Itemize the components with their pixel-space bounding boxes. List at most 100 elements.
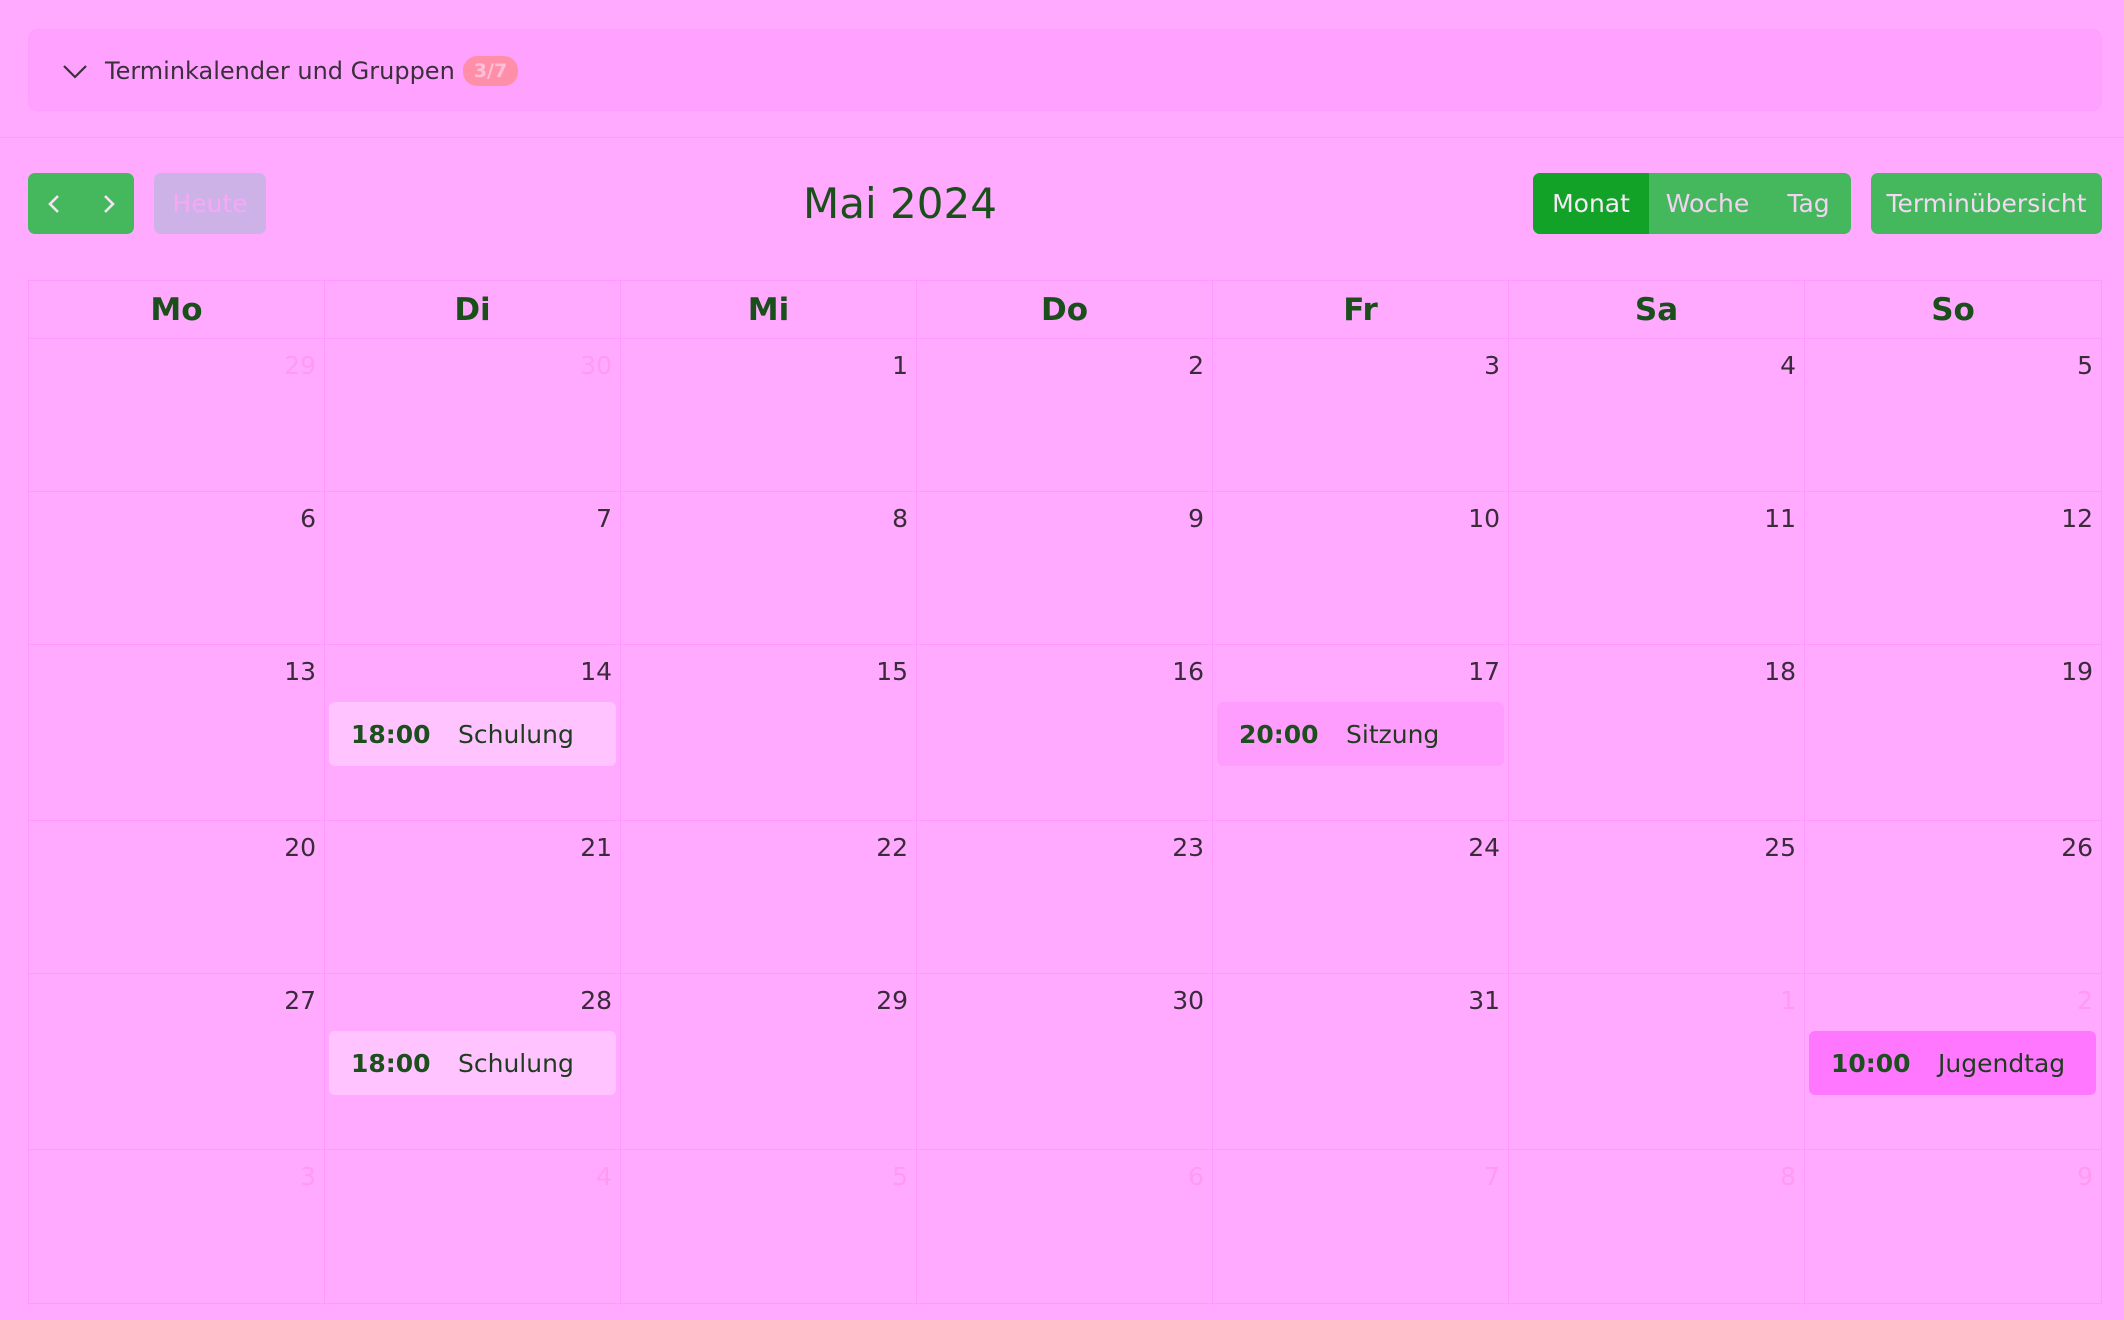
calendar-event[interactable]: 10:00 Jugendtag [1809, 1031, 2096, 1095]
day-number[interactable]: 20 [284, 833, 316, 862]
day-cell[interactable]: 3 [29, 1150, 325, 1303]
day-cell[interactable]: 4 [325, 1150, 621, 1303]
day-number[interactable]: 10 [1468, 504, 1500, 533]
day-number[interactable]: 29 [284, 351, 316, 380]
day-number[interactable]: 2 [1188, 351, 1204, 380]
day-cell[interactable]: 29 [29, 339, 325, 492]
day-number[interactable]: 13 [284, 657, 316, 686]
day-number[interactable]: 5 [2077, 351, 2093, 380]
prev-month-button[interactable] [28, 173, 81, 234]
day-cell[interactable]: 2 [917, 339, 1213, 492]
day-number[interactable]: 16 [1172, 657, 1204, 686]
day-cell[interactable]: 12 [1805, 492, 2101, 645]
day-cell[interactable]: 1 [1509, 974, 1805, 1150]
next-month-button[interactable] [81, 173, 134, 234]
day-cell[interactable]: 5 [1805, 339, 2101, 492]
day-cell[interactable]: 21 [325, 821, 621, 974]
day-number[interactable]: 1 [892, 351, 908, 380]
day-number[interactable]: 19 [2061, 657, 2093, 686]
day-cell[interactable]: 19 [1805, 645, 2101, 821]
day-number[interactable]: 11 [1764, 504, 1796, 533]
day-cell[interactable]: 6 [917, 1150, 1213, 1303]
day-cell[interactable]: 30 [917, 974, 1213, 1150]
day-cell[interactable]: 2 10:00 Jugendtag [1805, 974, 2101, 1150]
day-number[interactable]: 31 [1468, 986, 1500, 1015]
day-cell[interactable]: 1 [621, 339, 917, 492]
day-number[interactable]: 3 [300, 1162, 316, 1191]
day-number[interactable]: 30 [1172, 986, 1204, 1015]
day-number[interactable]: 21 [580, 833, 612, 862]
day-number[interactable]: 5 [892, 1162, 908, 1191]
day-cell[interactable]: 31 [1213, 974, 1509, 1150]
day-cell[interactable]: 9 [917, 492, 1213, 645]
day-number[interactable]: 17 [1468, 657, 1500, 686]
day-cell[interactable]: 25 [1509, 821, 1805, 974]
day-number[interactable]: 24 [1468, 833, 1500, 862]
day-number[interactable]: 30 [580, 351, 612, 380]
day-number[interactable]: 8 [1780, 1162, 1796, 1191]
day-cell[interactable]: 3 [1213, 339, 1509, 492]
day-number[interactable]: 22 [876, 833, 908, 862]
overview-button[interactable]: Terminübersicht [1871, 173, 2102, 234]
day-number[interactable]: 9 [1188, 504, 1204, 533]
day-cell[interactable]: 22 [621, 821, 917, 974]
day-cell[interactable]: 29 [621, 974, 917, 1150]
divider [0, 137, 2124, 138]
day-number[interactable]: 6 [1188, 1162, 1204, 1191]
day-cell[interactable]: 11 [1509, 492, 1805, 645]
day-cell[interactable]: 8 [1509, 1150, 1805, 1303]
day-cell[interactable]: 26 [1805, 821, 2101, 974]
calendar-event[interactable]: 18:00 Schulung [329, 702, 616, 766]
day-number[interactable]: 25 [1764, 833, 1796, 862]
day-number[interactable]: 7 [1484, 1162, 1500, 1191]
day-cell[interactable]: 8 [621, 492, 917, 645]
groups-panel: Terminkalender und Gruppen 3/7 [28, 29, 2102, 111]
day-number[interactable]: 15 [876, 657, 908, 686]
view-month-button[interactable]: Monat [1533, 173, 1649, 234]
day-number[interactable]: 9 [2077, 1162, 2093, 1191]
day-number[interactable]: 7 [596, 504, 612, 533]
day-cell[interactable]: 14 18:00 Schulung [325, 645, 621, 821]
day-number[interactable]: 6 [300, 504, 316, 533]
day-number[interactable]: 4 [596, 1162, 612, 1191]
day-number[interactable]: 8 [892, 504, 908, 533]
day-cell[interactable]: 18 [1509, 645, 1805, 821]
day-number[interactable]: 14 [580, 657, 612, 686]
day-number[interactable]: 26 [2061, 833, 2093, 862]
day-cell[interactable]: 16 [917, 645, 1213, 821]
calendar-event[interactable]: 18:00 Schulung [329, 1031, 616, 1095]
day-number[interactable]: 1 [1780, 986, 1796, 1015]
panel-toggle[interactable]: Terminkalender und Gruppen 3/7 [61, 30, 519, 112]
view-week-button[interactable]: Woche [1649, 173, 1766, 234]
day-number[interactable]: 29 [876, 986, 908, 1015]
day-cell[interactable]: 10 [1213, 492, 1509, 645]
day-cell[interactable]: 13 [29, 645, 325, 821]
day-cell[interactable]: 20 [29, 821, 325, 974]
day-cell[interactable]: 7 [325, 492, 621, 645]
day-cell[interactable]: 7 [1213, 1150, 1509, 1303]
day-number[interactable]: 28 [580, 986, 612, 1015]
calendar-event[interactable]: 20:00 Sitzung [1217, 702, 1504, 766]
day-cell[interactable]: 28 18:00 Schulung [325, 974, 621, 1150]
day-cell[interactable]: 15 [621, 645, 917, 821]
event-title: Jugendtag [1938, 1048, 2066, 1078]
day-cell[interactable]: 17 20:00 Sitzung [1213, 645, 1509, 821]
day-number[interactable]: 27 [284, 986, 316, 1015]
day-number[interactable]: 3 [1484, 351, 1500, 380]
today-button[interactable]: Heute [154, 173, 266, 234]
day-number[interactable]: 18 [1764, 657, 1796, 686]
view-day-button[interactable]: Tag [1766, 173, 1851, 234]
day-number[interactable]: 2 [2077, 986, 2093, 1015]
day-cell[interactable]: 9 [1805, 1150, 2101, 1303]
event-time: 18:00 [351, 719, 431, 749]
day-cell[interactable]: 6 [29, 492, 325, 645]
day-number[interactable]: 4 [1780, 351, 1796, 380]
day-cell[interactable]: 24 [1213, 821, 1509, 974]
day-cell[interactable]: 27 [29, 974, 325, 1150]
day-cell[interactable]: 5 [621, 1150, 917, 1303]
day-cell[interactable]: 30 [325, 339, 621, 492]
day-number[interactable]: 12 [2061, 504, 2093, 533]
day-cell[interactable]: 4 [1509, 339, 1805, 492]
day-cell[interactable]: 23 [917, 821, 1213, 974]
day-number[interactable]: 23 [1172, 833, 1204, 862]
